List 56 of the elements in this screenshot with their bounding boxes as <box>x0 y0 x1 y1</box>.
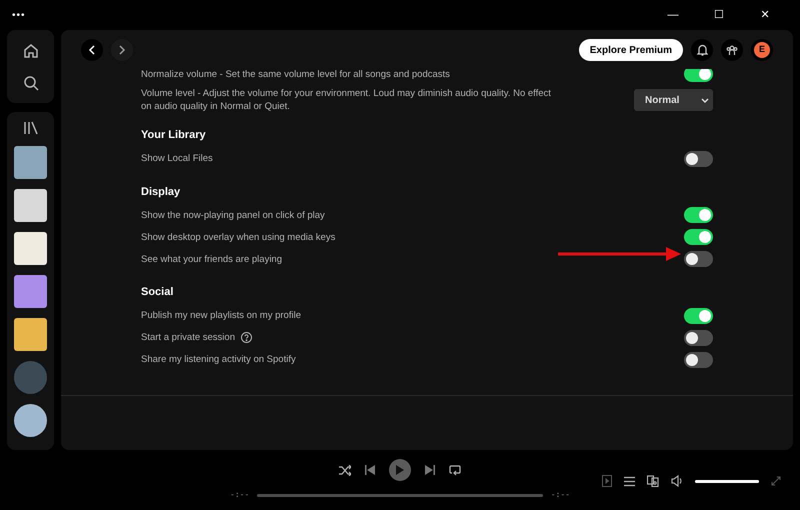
toggle-switch[interactable] <box>684 251 713 267</box>
menu-dots[interactable]: ••• <box>12 8 26 22</box>
setting-label: See what your friends are playing <box>141 252 282 266</box>
library-icon[interactable] <box>22 120 38 136</box>
setting-label: Normalize volume - Set the same volume level for all songs and podcasts <box>141 69 450 80</box>
setting-label: Show Local Files <box>141 152 213 165</box>
toggle-switch[interactable] <box>684 352 713 368</box>
notifications-button[interactable] <box>691 39 713 61</box>
play-button[interactable] <box>389 459 411 481</box>
toggle-switch[interactable] <box>684 330 713 346</box>
maximize-button[interactable]: ☐ <box>696 5 742 25</box>
minimize-button[interactable]: — <box>650 5 696 25</box>
bell-icon <box>696 44 708 56</box>
toggle-switch[interactable] <box>684 207 713 223</box>
toggle-switch[interactable] <box>684 308 713 324</box>
queue-icon[interactable] <box>624 476 635 486</box>
forward-button[interactable] <box>111 39 133 61</box>
friends-button[interactable] <box>721 39 743 61</box>
now-playing-view-icon[interactable] <box>602 475 612 487</box>
chevron-right-icon <box>118 45 126 55</box>
home-icon[interactable] <box>22 42 38 58</box>
artist-photo-placeholder[interactable] <box>14 404 47 437</box>
device-icon[interactable] <box>647 475 659 487</box>
chevron-down-icon <box>701 98 709 102</box>
back-button[interactable] <box>81 39 103 61</box>
repeat-icon[interactable] <box>449 464 461 476</box>
setting-label: Publish my new playlists on my profile <box>141 309 301 322</box>
toggle-switch[interactable] <box>684 69 713 82</box>
shuffle-icon[interactable] <box>339 464 351 476</box>
section-heading: Display <box>141 184 180 200</box>
next-icon[interactable] <box>425 465 435 475</box>
volume-slider[interactable] <box>695 480 759 482</box>
elapsed-time: -:-- <box>230 489 250 501</box>
volume-level-dropdown[interactable]: Normal <box>634 89 713 111</box>
setting-label: Volume level - Adjust the volume for your environment. Loud may diminish audio quality. No effect on audio quality in Normal or Quiet. <box>141 87 552 113</box>
section-heading: Your Library <box>141 128 206 143</box>
previous-icon[interactable] <box>365 465 375 475</box>
speaker-icon[interactable] <box>671 475 683 487</box>
explore-premium-button[interactable]: Explore Premium <box>578 39 683 61</box>
close-button[interactable]: ✕ <box>742 5 788 25</box>
toggle-switch[interactable] <box>684 229 713 245</box>
fullscreen-icon[interactable] <box>771 476 781 486</box>
chevron-left-icon <box>88 45 96 55</box>
setting-label: Start a private session <box>141 331 235 344</box>
search-icon[interactable] <box>22 74 38 90</box>
section-heading: Social <box>141 285 174 300</box>
duration-time: -:-- <box>550 489 570 501</box>
people-icon <box>726 44 738 56</box>
play-icon <box>396 465 404 475</box>
progress-track[interactable] <box>257 494 543 496</box>
user-avatar[interactable]: E <box>754 42 770 58</box>
setting-label: Show desktop overlay when using media keys <box>141 230 336 244</box>
setting-label: Show the now-playing panel on click of play <box>141 208 325 222</box>
help-icon[interactable] <box>241 332 252 343</box>
setting-label: Share my listening activity on Spotify <box>141 353 296 366</box>
toggle-switch[interactable] <box>684 150 713 166</box>
